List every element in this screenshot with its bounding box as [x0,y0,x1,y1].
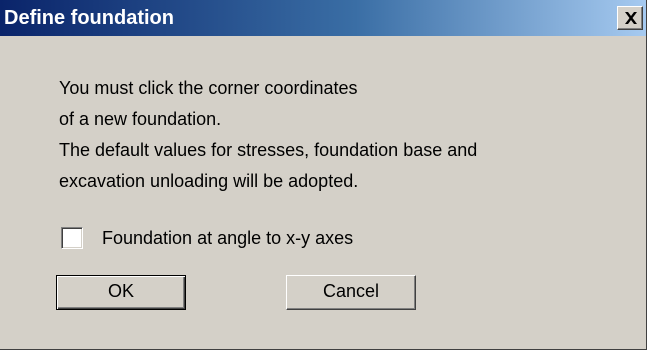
message-line: You must click the corner coordinates [59,78,358,98]
cancel-button[interactable]: Cancel [286,275,416,310]
instruction-message: You must click the corner coordinates of… [59,73,477,197]
close-x-icon [625,12,637,24]
title-bar[interactable]: Define foundation [0,0,646,36]
angle-checkbox[interactable] [61,227,83,249]
message-line: The default values for stresses, foundat… [59,140,478,160]
message-line: excavation unloading will be adopted. [59,171,359,191]
close-button[interactable] [617,6,643,30]
angle-checkbox-label[interactable]: Foundation at angle to x-y axes [102,226,353,250]
define-foundation-dialog: Define foundation You must click the cor… [0,0,647,350]
dialog-title: Define foundation [4,7,174,29]
message-line: of a new foundation. [59,109,222,129]
ok-button[interactable]: OK [56,275,186,310]
